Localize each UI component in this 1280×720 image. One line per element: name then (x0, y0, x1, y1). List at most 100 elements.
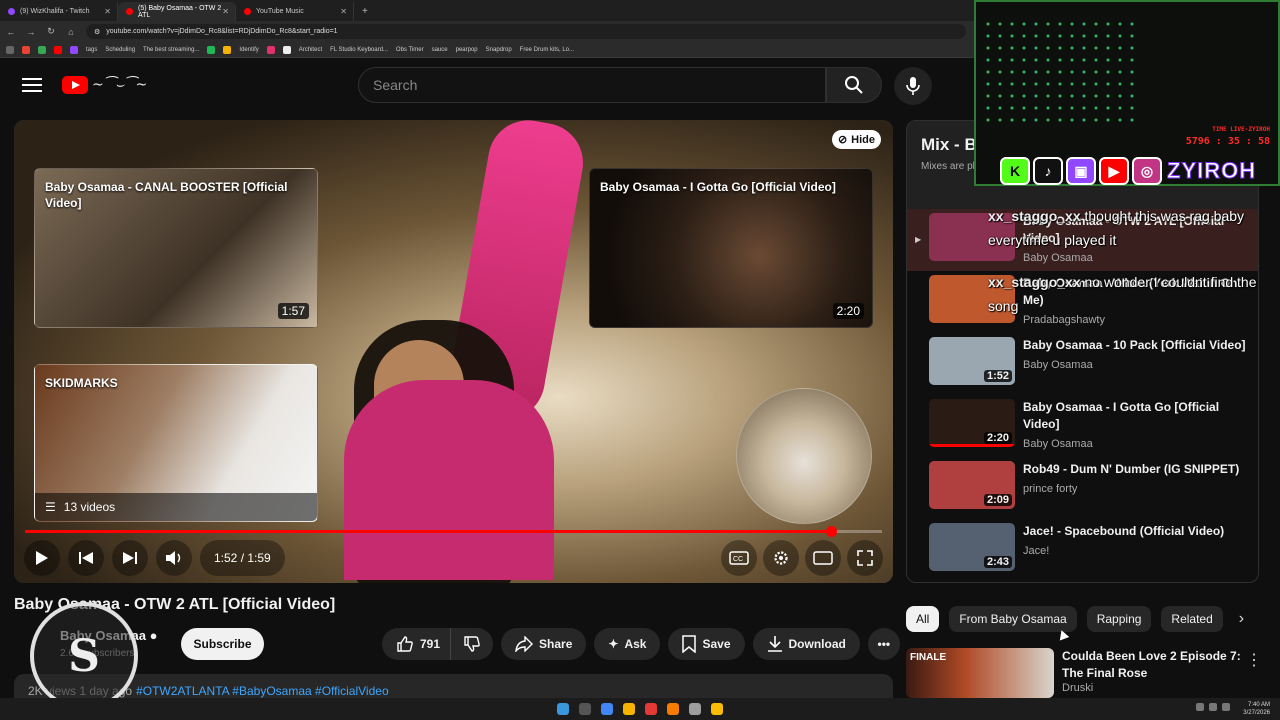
like-button[interactable]: 791 (382, 628, 451, 660)
bookmark-drum-kits[interactable]: Free Drum kits, Lo... (520, 47, 574, 53)
bookmark-icon[interactable] (223, 45, 232, 54)
apps-icon[interactable] (6, 45, 14, 54)
twitch-bookmark-icon[interactable] (70, 45, 78, 54)
gmail-icon[interactable] (22, 45, 30, 54)
bookmark-obs-timer[interactable]: Obs Timer (396, 47, 424, 53)
chip-related[interactable]: Related (1161, 606, 1223, 632)
close-tab-icon[interactable]: ✕ (340, 7, 347, 16)
search-taskbar-icon[interactable] (579, 703, 591, 715)
twitch-favicon-icon (8, 8, 15, 15)
browser-tab[interactable]: YouTube Music ✕ (236, 2, 354, 21)
progress-bar[interactable] (25, 526, 882, 537)
new-tab-button[interactable]: + (354, 2, 376, 21)
video-player[interactable]: ⊘ Hide Baby Osamaa - CANAL BOOSTER [Offic… (14, 120, 893, 583)
endscreen-video-card[interactable]: Baby Osamaa - CANAL BOOSTER [Official Vi… (34, 168, 318, 328)
browser-tab-active[interactable]: (5) Baby Osamaa - OTW 2 ATL ✕ (118, 2, 236, 21)
playlist-item[interactable]: 2:20 Baby Osamaa - I Gotta Go [Official … (907, 395, 1258, 457)
verified-icon: ● (149, 628, 158, 643)
system-clock[interactable]: 7:40 AM 3/27/2026 (1243, 701, 1270, 717)
voice-search-button[interactable] (894, 67, 932, 105)
endcard-title: Baby Osamaa - CANAL BOOSTER [Official Vi… (45, 180, 288, 210)
reload-icon[interactable]: ↻ (46, 26, 56, 37)
mute-button[interactable] (156, 540, 192, 576)
playlist-item-thumbnail: 2:20 (929, 399, 1015, 447)
chrome-active-icon[interactable] (711, 703, 723, 715)
bookmark-architect[interactable]: Architect (299, 47, 322, 53)
playlist-item[interactable]: 2:43 Jace! - Spacebound (Official Video)… (907, 519, 1258, 581)
chip-from-channel[interactable]: From Baby Osamaa (949, 606, 1077, 632)
file-explorer-icon[interactable] (623, 703, 635, 715)
chevron-right-icon[interactable]: › (1239, 610, 1244, 628)
fl-studio-icon[interactable] (667, 703, 679, 715)
bookmark-fl-studio[interactable]: FL Studio Keyboard... (330, 47, 388, 53)
x-bookmark-icon[interactable] (282, 45, 291, 54)
more-vertical-icon[interactable]: ⋮ (1246, 650, 1262, 670)
app-icon[interactable] (689, 703, 701, 715)
endscreen-video-card[interactable]: Baby Osamaa - I Gotta Go [Official Video… (589, 168, 873, 328)
bookmark-icon[interactable] (38, 45, 46, 54)
save-button[interactable]: Save (668, 628, 745, 660)
scrubber-handle[interactable] (825, 526, 837, 537)
volume-tray-icon[interactable] (1209, 703, 1217, 711)
social-handles-overlay: K ♪ ▣ ▶ ◎ ZYIROH (1000, 157, 1256, 185)
forward-icon[interactable]: → (26, 27, 36, 37)
previous-button[interactable] (68, 540, 104, 576)
playlist-item-duration: 2:43 (983, 556, 1012, 568)
tiktok-icon: ♪ (1033, 157, 1063, 185)
chrome-icon[interactable] (601, 703, 613, 715)
hamburger-menu-icon[interactable] (22, 78, 42, 92)
fullscreen-button[interactable] (847, 540, 883, 576)
bookmark-identify[interactable]: Identify (239, 47, 258, 53)
spotify-bookmark-icon[interactable] (207, 45, 216, 54)
site-info-icon[interactable]: ⚙ (94, 28, 100, 36)
close-tab-icon[interactable]: ✕ (222, 7, 229, 16)
search-button[interactable] (826, 67, 882, 103)
instagram-bookmark-icon[interactable] (266, 45, 275, 54)
related-video-title: Coulda Been Love 2 Episode 7: The Final … (1062, 649, 1241, 680)
play-button[interactable] (24, 540, 60, 576)
windows-start-icon[interactable] (557, 703, 569, 715)
close-tab-icon[interactable]: ✕ (104, 7, 111, 16)
endscreen-playlist-card[interactable]: SKIDMARKS ☰ 13 videos (34, 364, 318, 522)
endcard-duration: 2:20 (832, 303, 864, 319)
ask-button[interactable]: ✦ Ask (594, 628, 661, 660)
battery-icon[interactable] (1222, 703, 1230, 711)
subscribe-button[interactable]: Subscribe (181, 628, 264, 660)
settings-button[interactable] (763, 540, 799, 576)
bookmark-snapdrop[interactable]: Snapdrop (486, 47, 512, 53)
search-input[interactable]: Search (358, 67, 826, 103)
share-button[interactable]: Share (501, 628, 587, 660)
bookmark-tags[interactable]: tags (86, 47, 97, 53)
sparkle-icon: ✦ (608, 637, 619, 651)
theater-mode-button[interactable] (805, 540, 841, 576)
playlist-item[interactable]: 2:09 Rob49 - Dum N' Dumber (IG SNIPPET) p… (907, 457, 1258, 519)
youtube-logo[interactable]: ~⁀⌣⁀~ (62, 76, 147, 94)
next-button[interactable] (112, 540, 148, 576)
hashtags[interactable]: #OTW2ATLANTA #BabyOsamaa #OfficialVideo (136, 684, 389, 698)
related-video[interactable]: FINALE Coulda Been Love 2 Episode 7: The… (906, 648, 1248, 698)
chip-rapping[interactable]: Rapping (1086, 606, 1152, 632)
captions-button[interactable]: CC (721, 540, 757, 576)
network-icon[interactable] (1196, 703, 1204, 711)
youtube-bookmark-icon[interactable] (54, 45, 62, 54)
webcam-led-lights (982, 18, 1142, 128)
chip-all[interactable]: All (906, 606, 940, 632)
more-actions-button[interactable]: ••• (867, 628, 900, 660)
bookmark-pearpop[interactable]: pearpop (456, 47, 478, 53)
playlist-item-channel: Baby Osamaa (1023, 359, 1093, 371)
home-icon[interactable]: ⌂ (66, 27, 76, 37)
bookmark-sauce[interactable]: sauce (432, 47, 448, 53)
url-field[interactable]: ⚙ youtube.com/watch?v=jDdimDo_Rc8&list=RD… (86, 24, 966, 39)
bookmark-scheduling[interactable]: Scheduling (105, 47, 135, 53)
hide-endscreen-button[interactable]: ⊘ Hide (831, 130, 881, 149)
bookmark-streaming[interactable]: The best streaming... (143, 47, 199, 53)
playlist-item[interactable]: 1:52 Baby Osamaa - 10 Pack [Official Vid… (907, 333, 1258, 395)
endscreen-channel-avatar[interactable] (736, 388, 872, 524)
download-button[interactable]: Download (752, 628, 860, 660)
browser-tab[interactable]: (9) WizKhalifa - Twitch ✕ (0, 2, 118, 21)
back-icon[interactable]: ← (6, 27, 16, 37)
obs-icon[interactable] (645, 703, 657, 715)
taskbar: 7:40 AM 3/27/2026 (0, 698, 1280, 720)
kick-icon: K (1000, 157, 1030, 185)
dislike-button[interactable] (450, 628, 494, 660)
